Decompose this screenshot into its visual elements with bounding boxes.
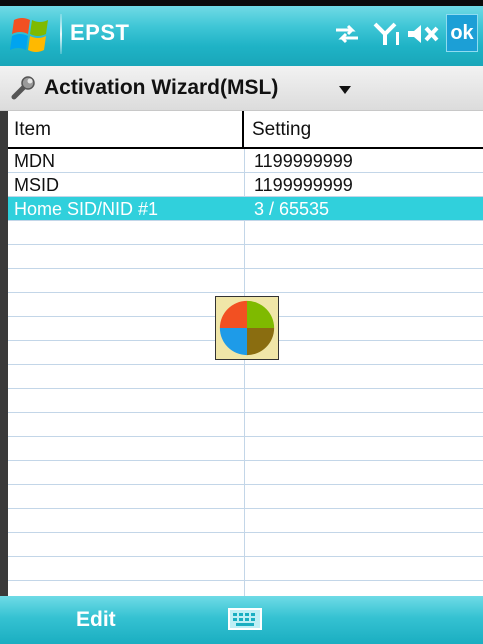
table-row-selected[interactable]: Home SID/NID #1 3 / 65535	[8, 197, 483, 221]
wait-icon	[215, 296, 279, 360]
cell-setting: 3 / 65535	[254, 199, 330, 219]
table-row-empty[interactable]	[8, 413, 483, 437]
table-row-empty[interactable]	[8, 365, 483, 389]
table-rows: MDN 1199999999 MSID 1199999999 Home SID/…	[8, 149, 483, 596]
cell-item: MDN	[14, 151, 55, 171]
cell-setting: 1199999999	[254, 175, 353, 195]
table-row-empty[interactable]	[8, 389, 483, 413]
top-edge	[0, 0, 483, 6]
column-header-setting[interactable]: Setting	[244, 111, 483, 149]
signal-icon[interactable]	[372, 20, 402, 48]
table-row-empty[interactable]	[8, 509, 483, 533]
table-row-empty[interactable]	[8, 533, 483, 557]
cell-item: MSID	[14, 175, 59, 195]
table-row[interactable]: MSID 1199999999	[8, 173, 483, 197]
cell-item: Home SID/NID #1	[14, 199, 159, 219]
app-title: EPST	[70, 20, 130, 45]
title-bar: EPST ok	[0, 0, 483, 66]
windows-start-icon[interactable]	[6, 12, 58, 58]
table-row-empty[interactable]	[8, 557, 483, 581]
wrench-icon	[11, 76, 35, 100]
table-row-empty[interactable]	[8, 437, 483, 461]
edit-softkey[interactable]: Edit	[76, 608, 116, 632]
cell-setting: 1199999999	[254, 151, 353, 171]
table-row-empty[interactable]	[8, 245, 483, 269]
menu-title[interactable]: Activation Wizard(MSL)	[44, 76, 278, 100]
table-row-empty[interactable]	[8, 461, 483, 485]
table-row-empty[interactable]	[8, 485, 483, 509]
ok-button[interactable]: ok	[446, 14, 478, 52]
table-row[interactable]: MDN 1199999999	[8, 149, 483, 173]
title-separator	[60, 14, 62, 54]
keyboard-icon[interactable]	[228, 608, 262, 630]
softkey-bar: Edit	[0, 596, 483, 644]
volume-muted-icon[interactable]	[406, 20, 442, 48]
table-row-empty[interactable]	[8, 221, 483, 245]
table-row-empty[interactable]	[8, 269, 483, 293]
column-header-item[interactable]: Item	[8, 111, 244, 149]
chevron-down-icon[interactable]	[338, 85, 352, 95]
screen: EPST ok Activation Wizard(MSL) Item Sett…	[0, 0, 483, 644]
connectivity-icon[interactable]	[330, 20, 364, 48]
menu-header[interactable]: Activation Wizard(MSL)	[0, 66, 483, 111]
